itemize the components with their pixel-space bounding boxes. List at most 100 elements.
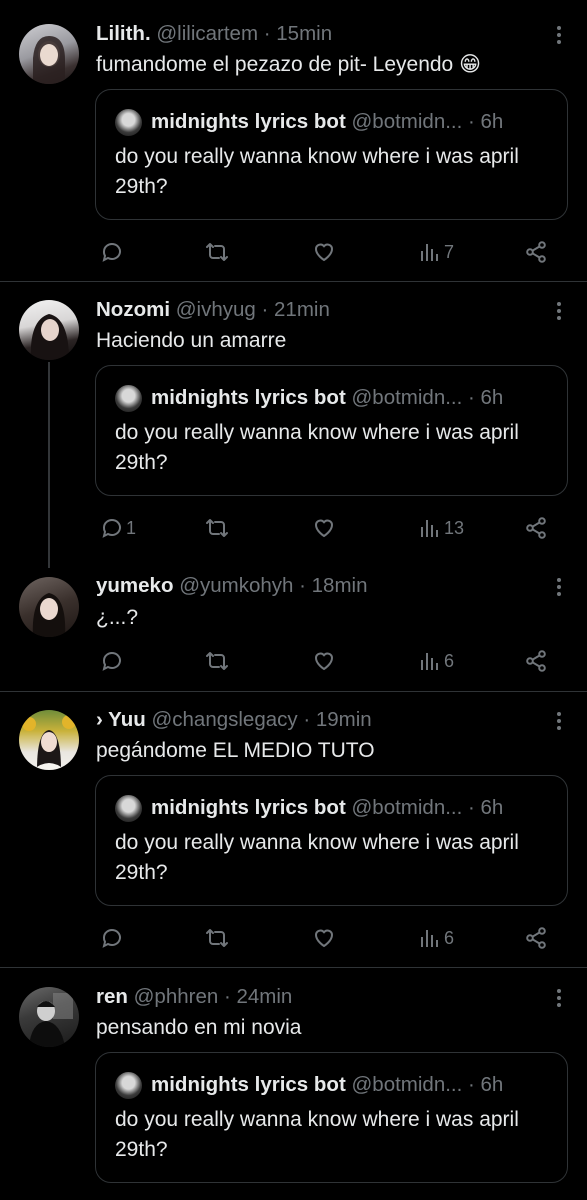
more-icon[interactable] <box>556 989 562 1009</box>
retweet-icon <box>206 652 228 670</box>
views-button[interactable]: 13 <box>418 513 464 543</box>
like-button[interactable] <box>312 923 336 953</box>
views-button[interactable]: 6 <box>418 646 454 676</box>
like-button[interactable] <box>312 513 336 543</box>
retweet-button[interactable] <box>205 646 229 676</box>
quote-display-name: midnights lyrics bot <box>151 110 346 133</box>
share-icon <box>526 517 546 539</box>
reply-button[interactable] <box>100 646 126 676</box>
quote-avatar <box>115 385 142 412</box>
share-icon <box>526 241 546 263</box>
views-button[interactable]: 6 <box>418 923 454 953</box>
quote-text: do you really wanna know where i was apr… <box>115 831 519 884</box>
separator: · <box>462 386 481 409</box>
share-button[interactable] <box>524 923 548 953</box>
action-bar: 6 <box>0 646 587 676</box>
tweet-text: pensando en mi novia <box>96 1016 302 1039</box>
quote-text: do you really wanna know where i was apr… <box>115 1108 519 1161</box>
tweet[interactable]: Nozomi @ivhyug · 21min Haciendo un amarr… <box>0 282 587 557</box>
quote-avatar <box>115 109 142 136</box>
timestamp[interactable]: 19min <box>316 708 372 731</box>
reply-icon <box>102 652 121 671</box>
quote-header: midnights lyrics bot @botmidn... · 6h <box>151 107 553 137</box>
quote-timestamp: 6h <box>480 796 504 819</box>
quote-display-name: midnights lyrics bot <box>151 796 346 819</box>
share-button[interactable] <box>524 646 548 676</box>
quote-username: @botmidn... <box>351 386 463 409</box>
like-icon <box>314 519 334 538</box>
username[interactable]: @changslegacy <box>151 708 297 731</box>
timestamp[interactable]: 21min <box>274 298 330 321</box>
avatar[interactable] <box>19 710 79 770</box>
display-name[interactable]: › Yuu <box>96 708 146 731</box>
tweet-text: Haciendo un amarre <box>96 329 287 352</box>
share-icon <box>526 650 546 672</box>
timestamp[interactable]: 18min <box>312 574 368 597</box>
tweet-text: ¿...? <box>96 606 139 629</box>
tweet-header: Lilith. @lilicartem · 15min <box>96 20 537 48</box>
reply-button[interactable] <box>100 923 126 953</box>
reply-button[interactable] <box>100 237 126 267</box>
reply-button[interactable]: 1 <box>100 513 136 543</box>
reply-icon <box>102 519 121 538</box>
share-button[interactable] <box>524 237 548 267</box>
tweet[interactable]: Lilith. @lilicartem · 15min fumandome el… <box>0 0 587 281</box>
quote-text: do you really wanna know where i was apr… <box>115 421 519 474</box>
retweet-button[interactable] <box>205 513 229 543</box>
more-icon[interactable] <box>556 26 562 46</box>
views-icon <box>421 244 438 261</box>
reply-icon <box>102 243 121 262</box>
tweet-text: pegándome EL MEDIO TUTO <box>96 739 375 762</box>
more-icon[interactable] <box>556 712 562 732</box>
tweet[interactable]: yumeko @yumkohyh · 18min ¿...? 6 <box>0 557 587 691</box>
reply-count: 1 <box>126 517 137 538</box>
separator: · <box>218 985 237 1008</box>
like-icon <box>314 652 334 671</box>
views-count: 6 <box>444 650 455 671</box>
quote-display-name: midnights lyrics bot <box>151 386 346 409</box>
separator: · <box>293 574 312 597</box>
avatar[interactable] <box>19 24 79 84</box>
separator: · <box>258 22 277 45</box>
tweet-header: › Yuu @changslegacy · 19min <box>96 706 537 734</box>
more-icon[interactable] <box>556 302 562 322</box>
quoted-tweet[interactable]: midnights lyrics bot @botmidn... · 6h do… <box>95 775 568 906</box>
like-button[interactable] <box>312 237 336 267</box>
views-icon <box>421 653 438 670</box>
share-button[interactable] <box>524 513 548 543</box>
timestamp[interactable]: 15min <box>276 22 332 45</box>
like-button[interactable] <box>312 646 336 676</box>
retweet-button[interactable] <box>205 237 229 267</box>
tweet[interactable]: › Yuu @changslegacy · 19min pegándome EL… <box>0 692 587 967</box>
like-icon <box>314 243 334 262</box>
retweet-icon <box>206 519 228 537</box>
separator: · <box>462 796 481 819</box>
separator: · <box>255 298 275 321</box>
quoted-tweet[interactable]: midnights lyrics bot @botmidn... · 6h do… <box>95 89 568 220</box>
username[interactable]: @phhren <box>134 985 219 1008</box>
display-name[interactable]: Lilith. <box>96 22 151 45</box>
retweet-button[interactable] <box>205 923 229 953</box>
avatar[interactable] <box>19 300 79 360</box>
avatar[interactable] <box>19 987 79 1047</box>
quote-username: @botmidn... <box>351 1073 463 1096</box>
retweet-icon <box>206 929 228 947</box>
quoted-tweet[interactable]: midnights lyrics bot @botmidn... · 6h do… <box>95 365 568 496</box>
views-count: 6 <box>444 927 455 948</box>
quoted-tweet[interactable]: midnights lyrics bot @botmidn... · 6h do… <box>95 1052 568 1183</box>
tweet-header: yumeko @yumkohyh · 18min <box>96 572 537 600</box>
more-icon[interactable] <box>556 578 562 598</box>
timestamp[interactable]: 24min <box>236 985 292 1008</box>
quote-header: midnights lyrics bot @botmidn... · 6h <box>151 793 553 823</box>
tweet[interactable]: ren @phhren · 24min pensando en mi novia… <box>0 968 587 1200</box>
username[interactable]: @lilicartem <box>156 22 258 45</box>
tweet-header: ren @phhren · 24min <box>96 983 537 1011</box>
avatar[interactable] <box>19 577 79 637</box>
username[interactable]: @ivhyug <box>176 298 256 321</box>
username[interactable]: @yumkohyh <box>179 574 293 597</box>
display-name[interactable]: ren <box>96 985 128 1008</box>
reply-icon <box>102 929 121 948</box>
display-name[interactable]: Nozomi <box>96 298 170 321</box>
display-name[interactable]: yumeko <box>96 574 173 597</box>
views-button[interactable]: 7 <box>418 237 454 267</box>
